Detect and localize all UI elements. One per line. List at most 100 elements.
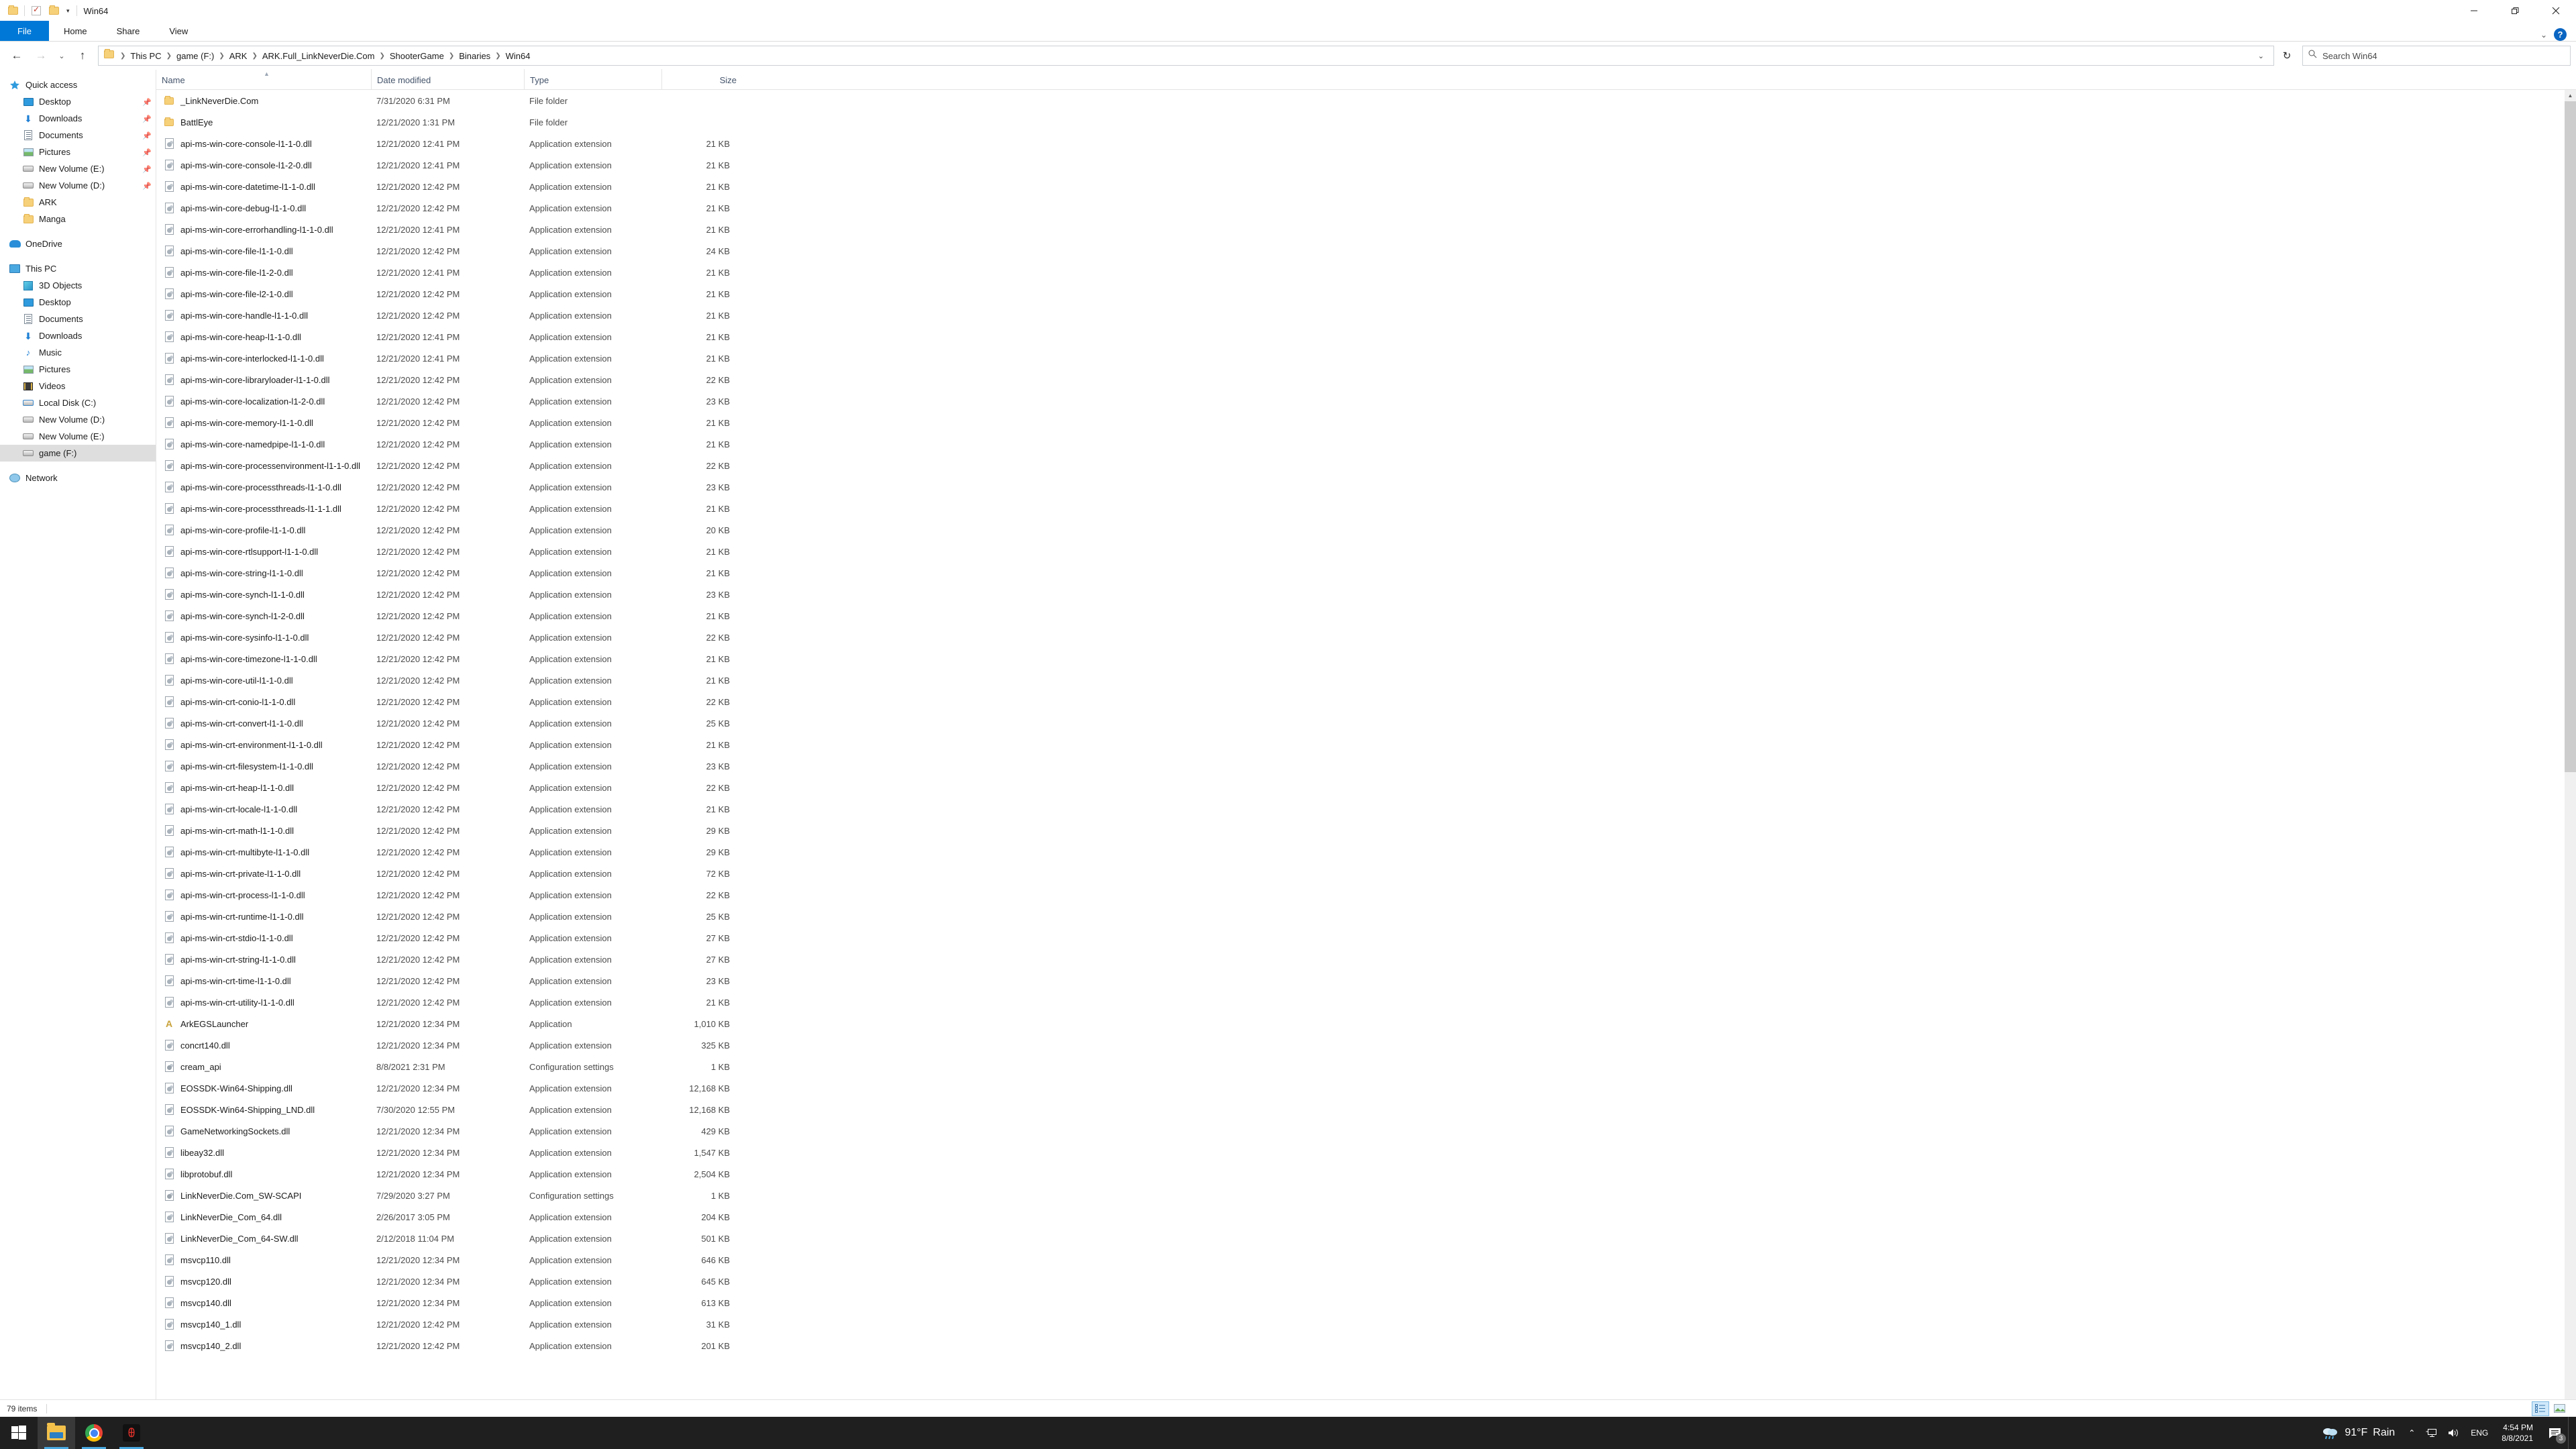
taskbar-app-file-explorer[interactable] — [38, 1417, 75, 1449]
table-row[interactable]: api-ms-win-core-debug-l1-1-0.dll 12/21/20… — [156, 197, 2576, 219]
table-row[interactable]: api-ms-win-crt-heap-l1-1-0.dll 12/21/2020… — [156, 777, 2576, 798]
table-row[interactable]: LinkNeverDie_Com_64-SW.dll 2/12/2018 11:0… — [156, 1228, 2576, 1249]
table-row[interactable]: api-ms-win-core-synch-l1-2-0.dll 12/21/20… — [156, 605, 2576, 627]
table-row[interactable]: api-ms-win-core-file-l1-1-0.dll 12/21/202… — [156, 240, 2576, 262]
table-row[interactable]: api-ms-win-core-localization-l1-2-0.dll 1… — [156, 390, 2576, 412]
sidebar-item-quick-access[interactable]: Quick access — [0, 76, 156, 93]
table-row[interactable]: msvcp120.dll 12/21/2020 12:34 PM Applicati… — [156, 1271, 2576, 1292]
up-button[interactable]: ↑ — [71, 44, 94, 67]
table-row[interactable]: api-ms-win-core-sysinfo-l1-1-0.dll 12/21/… — [156, 627, 2576, 648]
table-row[interactable]: api-ms-win-core-console-l1-1-0.dll 12/21/… — [156, 133, 2576, 154]
expand-ribbon-icon[interactable]: ⌄ — [2540, 30, 2547, 40]
properties-checkbox-icon[interactable] — [28, 2, 45, 19]
table-row[interactable]: api-ms-win-core-namedpipe-l1-1-0.dll 12/2… — [156, 433, 2576, 455]
sidebar-item-desktop[interactable]: Desktop 📌 — [0, 93, 156, 110]
table-row[interactable]: GameNetworkingSockets.dll 12/21/2020 12:3… — [156, 1120, 2576, 1142]
table-row[interactable]: api-ms-win-core-handle-l1-1-0.dll 12/21/2… — [156, 305, 2576, 326]
table-row[interactable]: msvcp140_2.dll 12/21/2020 12:42 PM Applica… — [156, 1335, 2576, 1356]
table-row[interactable]: api-ms-win-crt-environment-l1-1-0.dll 12/… — [156, 734, 2576, 755]
tab-home[interactable]: Home — [49, 21, 102, 41]
recent-locations-button[interactable]: ⌄ — [54, 44, 70, 67]
search-input[interactable]: Search Win64 — [2302, 46, 2571, 66]
table-row[interactable]: api-ms-win-core-synch-l1-1-0.dll 12/21/20… — [156, 584, 2576, 605]
sidebar-item-pictures[interactable]: Pictures — [0, 361, 156, 378]
chevron-down-icon[interactable]: ⌄ — [2251, 52, 2271, 60]
restore-icon[interactable] — [2494, 0, 2535, 21]
minimize-icon[interactable] — [2453, 0, 2494, 21]
tray-overflow-icon[interactable]: ⌃ — [2403, 1417, 2420, 1449]
tab-file[interactable]: File — [0, 21, 49, 41]
column-header-size[interactable]: Size — [661, 69, 737, 89]
show-desktop-button[interactable] — [2568, 1417, 2573, 1449]
sidebar-item-new-volume-e[interactable]: New Volume (E:) 📌 — [0, 160, 156, 177]
pin-icon[interactable]: 📌 — [142, 147, 152, 157]
table-row[interactable]: api-ms-win-core-file-l2-1-0.dll 12/21/202… — [156, 283, 2576, 305]
sidebar-item-downloads[interactable]: ⬇ Downloads — [0, 327, 156, 344]
back-button[interactable]: ← — [5, 44, 28, 67]
pin-icon[interactable]: 📌 — [142, 180, 152, 191]
column-header-name[interactable]: ▲ Name — [156, 69, 371, 89]
table-row[interactable]: msvcp110.dll 12/21/2020 12:34 PM Applicati… — [156, 1249, 2576, 1271]
table-row[interactable]: api-ms-win-crt-filesystem-l1-1-0.dll 12/2… — [156, 755, 2576, 777]
table-row[interactable]: libeay32.dll 12/21/2020 12:34 PM Applicati… — [156, 1142, 2576, 1163]
pin-icon[interactable]: 📌 — [142, 97, 152, 107]
pin-icon[interactable]: 📌 — [142, 130, 152, 140]
table-row[interactable]: LinkNeverDie.Com_SW-SCAPI 7/29/2020 3:27 … — [156, 1185, 2576, 1206]
sidebar-item-game-f[interactable]: game (F:) — [0, 445, 156, 462]
table-row[interactable]: api-ms-win-crt-time-l1-1-0.dll 12/21/2020… — [156, 970, 2576, 991]
sidebar-item-pictures[interactable]: Pictures 📌 — [0, 144, 156, 160]
sidebar-item-music[interactable]: ♪ Music — [0, 344, 156, 361]
table-row[interactable]: api-ms-win-core-timezone-l1-1-0.dll 12/21… — [156, 648, 2576, 669]
refresh-button[interactable]: ↻ — [2275, 46, 2298, 66]
new-folder-icon[interactable] — [45, 2, 62, 19]
table-row[interactable]: api-ms-win-core-errorhandling-l1-1-0.dll… — [156, 219, 2576, 240]
pin-icon[interactable]: 📌 — [142, 113, 152, 123]
sidebar-item-new-volume-e[interactable]: New Volume (E:) — [0, 428, 156, 445]
sidebar-item-desktop[interactable]: Desktop — [0, 294, 156, 311]
scroll-up-icon[interactable]: ▲ — [2565, 90, 2576, 101]
breadcrumb-item-win64[interactable]: Win64 — [502, 49, 534, 63]
windows-start-icon[interactable] — [0, 1417, 38, 1449]
table-row[interactable]: api-ms-win-core-interlocked-l1-1-0.dll 12… — [156, 347, 2576, 369]
breadcrumb-item-game-f[interactable]: game (F:) — [173, 49, 217, 63]
table-row[interactable]: api-ms-win-crt-conio-l1-1-0.dll 12/21/202… — [156, 691, 2576, 712]
sidebar-item-documents[interactable]: Documents 📌 — [0, 127, 156, 144]
notification-center-icon[interactable]: 3 — [2541, 1417, 2568, 1449]
details-view-icon[interactable] — [2532, 1401, 2549, 1416]
table-row[interactable]: api-ms-win-crt-utility-l1-1-0.dll 12/21/2… — [156, 991, 2576, 1013]
tab-view[interactable]: View — [154, 21, 203, 41]
sidebar-item-onedrive[interactable]: OneDrive — [0, 235, 156, 252]
tab-share[interactable]: Share — [102, 21, 155, 41]
network-icon[interactable] — [2420, 1417, 2443, 1449]
table-row[interactable]: BattlEye 12/21/2020 1:31 PM File folder — [156, 111, 2576, 133]
sidebar-item-this-pc[interactable]: This PC — [0, 260, 156, 277]
table-row[interactable]: api-ms-win-core-file-l1-2-0.dll 12/21/202… — [156, 262, 2576, 283]
table-row[interactable]: api-ms-win-crt-runtime-l1-1-0.dll 12/21/2… — [156, 906, 2576, 927]
breadcrumb-item-ark-full[interactable]: ARK.Full_LinkNeverDie.Com — [259, 49, 378, 63]
vertical-scrollbar[interactable]: ▲ — [2565, 90, 2576, 1417]
breadcrumb-item-binaries[interactable]: Binaries — [455, 49, 494, 63]
sidebar-item-videos[interactable]: Videos — [0, 378, 156, 394]
table-row[interactable]: api-ms-win-core-profile-l1-1-0.dll 12/21/… — [156, 519, 2576, 541]
sidebar-item-local-disk-c[interactable]: Local Disk (C:) — [0, 394, 156, 411]
table-row[interactable]: api-ms-win-crt-convert-l1-1-0.dll 12/21/2… — [156, 712, 2576, 734]
volume-icon[interactable] — [2443, 1417, 2465, 1449]
large-icons-view-icon[interactable] — [2551, 1401, 2568, 1416]
forward-button[interactable]: → — [30, 44, 52, 67]
breadcrumb-item-this-pc[interactable]: This PC — [127, 49, 164, 63]
sidebar-item-new-volume-d[interactable]: New Volume (D:) — [0, 411, 156, 428]
table-row[interactable]: LinkNeverDie_Com_64.dll 2/26/2017 3:05 PM… — [156, 1206, 2576, 1228]
weather-widget[interactable]: 91°F Rain — [2314, 1417, 2403, 1449]
taskbar-app-garena[interactable]: ꆺ — [113, 1417, 150, 1449]
breadcrumb-bar[interactable]: ❯ This PC ❯ game (F:) ❯ ARK ❯ ARK.Full_L… — [98, 46, 2274, 66]
table-row[interactable]: api-ms-win-core-processthreads-l1-1-0.dl… — [156, 476, 2576, 498]
scrollbar-thumb[interactable] — [2565, 101, 2576, 772]
table-row[interactable]: api-ms-win-core-string-l1-1-0.dll 12/21/2… — [156, 562, 2576, 584]
sidebar-item-manga[interactable]: Manga — [0, 211, 156, 227]
language-indicator[interactable]: ENG — [2465, 1417, 2493, 1449]
sidebar-item-downloads[interactable]: ⬇ Downloads 📌 — [0, 110, 156, 127]
folder-icon[interactable] — [4, 2, 21, 19]
table-row[interactable]: EOSSDK-Win64-Shipping_LND.dll 7/30/2020 1… — [156, 1099, 2576, 1120]
table-row[interactable]: api-ms-win-core-util-l1-1-0.dll 12/21/202… — [156, 669, 2576, 691]
table-row[interactable]: A ArkEGSLauncher 12/21/2020 12:34 PM Applic… — [156, 1013, 2576, 1034]
